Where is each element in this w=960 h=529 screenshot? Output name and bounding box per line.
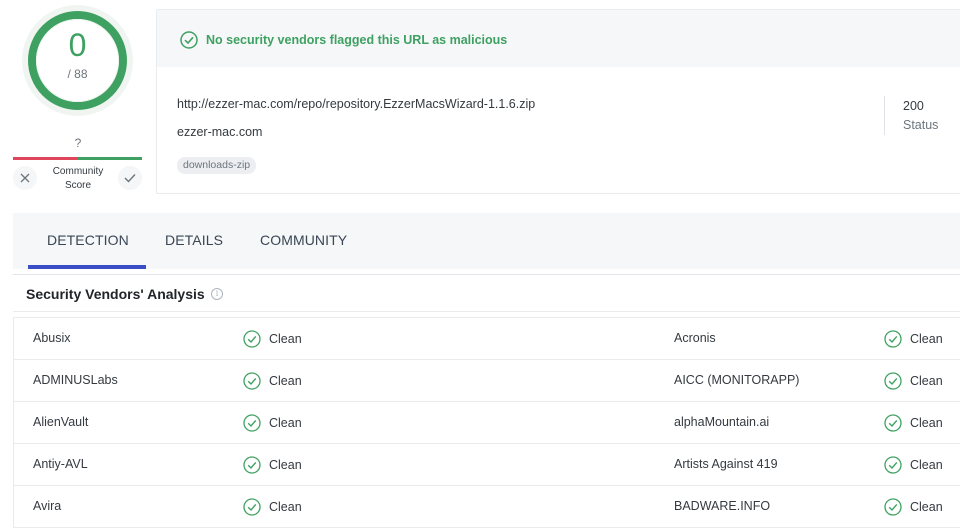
vendor-name: Artists Against 419 (674, 457, 778, 471)
vendor-name: AlienVault (33, 415, 89, 429)
check-circle-icon (884, 414, 902, 432)
section-divider (13, 311, 960, 312)
tab-bar: DETECTION DETAILS COMMUNITY (13, 213, 960, 269)
vendor-result: Clean (884, 498, 943, 516)
checkmark-icon (124, 174, 136, 183)
vendor-result: Clean (243, 330, 302, 348)
vendor-result-label: Clean (269, 500, 302, 514)
score-value: 0 (68, 27, 87, 63)
verdict-banner: No security vendors flagged this URL as … (157, 10, 960, 67)
vendor-name: Antiy-AVL (33, 457, 88, 471)
tab-community[interactable]: COMMUNITY (260, 232, 347, 248)
tab-details[interactable]: DETAILS (165, 232, 223, 248)
vendor-result: Clean (884, 414, 943, 432)
active-tab-indicator (28, 265, 146, 269)
vendor-result: Clean (884, 456, 943, 474)
community-score-label: Community Score (45, 165, 111, 193)
section-title: Security Vendors' Analysis (26, 286, 205, 302)
vendor-name: AICC (MONITORAPP) (674, 373, 800, 387)
verdict-text: No security vendors flagged this URL as … (206, 33, 508, 47)
community-vote-harmless-button[interactable] (13, 166, 37, 190)
check-circle-icon (884, 330, 902, 348)
table-row: Avira Clean BADWARE.INFO Clean (13, 486, 960, 528)
vendor-result: Clean (243, 456, 302, 474)
community-score-bar-good (77, 157, 142, 160)
table-row: ADMINUSLabs Clean AICC (MONITORAPP) Clea… (13, 360, 960, 402)
community-score-label-line1: Community (52, 166, 104, 177)
vendor-result-label: Clean (910, 500, 943, 514)
vendor-result-label: Clean (910, 374, 943, 388)
vendor-result-label: Clean (910, 416, 943, 430)
tab-divider (13, 274, 960, 275)
vendor-name: ADMINUSLabs (33, 373, 118, 387)
vendor-name: Acronis (674, 331, 716, 345)
table-row: AlienVault Clean alphaMountain.ai Clean (13, 402, 960, 444)
check-circle-icon (243, 414, 261, 432)
vendor-result: Clean (884, 372, 943, 390)
table-row: Antiy-AVL Clean Artists Against 419 Clea… (13, 444, 960, 486)
detection-score: 0 / 88 (28, 11, 127, 110)
status-code: 200 (903, 99, 924, 113)
summary-card: No security vendors flagged this URL as … (156, 9, 960, 194)
score-total: / 88 (67, 67, 88, 81)
vendor-name: Avira (33, 499, 62, 513)
vendor-result: Clean (884, 330, 943, 348)
check-circle-icon (180, 31, 198, 49)
vendor-result-label: Clean (269, 332, 302, 346)
table-row: Abusix Clean Acronis Clean (13, 318, 960, 360)
status-divider (884, 96, 885, 135)
vendor-result-label: Clean (910, 332, 943, 346)
vendor-result-label: Clean (269, 374, 302, 388)
check-circle-icon (884, 372, 902, 390)
vendor-name: Abusix (33, 331, 71, 345)
status-label: Status (903, 118, 939, 132)
check-circle-icon (243, 330, 261, 348)
tab-detection[interactable]: DETECTION (47, 232, 129, 248)
scanned-domain[interactable]: ezzer-mac.com (177, 125, 262, 139)
vendor-result-label: Clean (269, 458, 302, 472)
check-circle-icon (243, 372, 261, 390)
check-circle-icon (884, 456, 902, 474)
scanned-url[interactable]: http://ezzer-mac.com/repo/repository.Ezz… (177, 97, 535, 111)
vendor-result: Clean (243, 498, 302, 516)
community-vote-like-button[interactable] (118, 166, 142, 190)
vendor-name: alphaMountain.ai (674, 415, 770, 429)
close-icon (20, 173, 30, 183)
check-circle-icon (884, 498, 902, 516)
check-circle-icon (243, 498, 261, 516)
community-score-label-line2: Score (64, 180, 92, 191)
vendor-table: Abusix Clean Acronis Clean ADMINUSLabs C… (13, 317, 960, 528)
info-icon[interactable]: i (211, 288, 223, 300)
vendor-result-label: Clean (910, 458, 943, 472)
community-score-bar (13, 157, 142, 160)
vendor-result: Clean (243, 372, 302, 390)
community-score-bar-bad (13, 157, 78, 160)
vendor-result-label: Clean (269, 416, 302, 430)
vendor-result: Clean (243, 414, 302, 432)
vendor-name: BADWARE.INFO (674, 499, 771, 513)
check-circle-icon (243, 456, 261, 474)
url-tag[interactable]: downloads-zip (177, 157, 257, 174)
community-score-value: ? (74, 136, 82, 150)
